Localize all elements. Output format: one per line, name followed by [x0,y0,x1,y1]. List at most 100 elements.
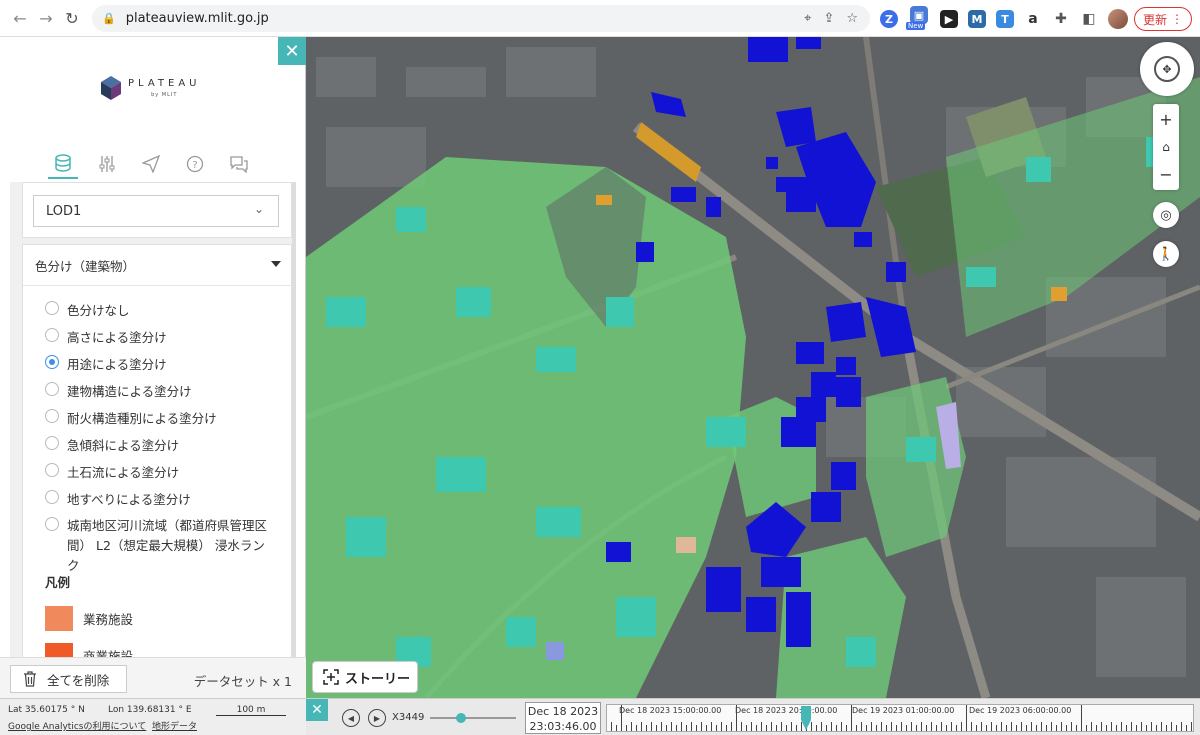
longitude-readout: Lon 139.68131 ° E [108,705,192,715]
current-datetime: Dec 18 2023 23:03:46.00 [525,702,601,734]
timeline-tick [951,722,952,731]
timeline-tick [861,722,862,731]
analytics-link[interactable]: Google Analyticsの利用について [8,719,146,732]
radio-option-5[interactable]: 急傾斜による塗分け [23,435,291,462]
zoom-in-icon[interactable]: + [1159,110,1172,129]
play-forward-icon[interactable]: ▶ [368,709,386,727]
timeline-bar: ✕ ◀ ▶ X3449 Dec 18 2023 23:03:46.00 Dec … [306,698,1200,735]
play-reverse-icon[interactable]: ◀ [342,709,360,727]
tab-settings[interactable] [92,149,122,179]
timeline-tick [796,725,797,731]
t-extension-icon[interactable]: T [996,10,1014,28]
pedestrian-icon[interactable]: 🚶 [1153,241,1179,267]
radio-circle [45,463,59,477]
speed-slider-handle[interactable] [456,713,466,723]
speed-slider-track[interactable] [430,717,516,719]
timeline-tick [736,705,737,731]
zoom-extension-icon[interactable]: Z [880,10,898,28]
radio-option-0[interactable]: 色分けなし [23,300,291,327]
puzzle-extensions-icon[interactable]: ✚ [1052,10,1070,28]
timeline-tick [1136,725,1137,731]
location-icon[interactable]: ⌖ [804,11,811,26]
close-timeline-icon[interactable]: ✕ [306,699,328,721]
radio-option-7[interactable]: 地すべりによる塗分け [23,489,291,516]
locate-icon[interactable]: ◎ [1153,202,1179,228]
forward-icon[interactable]: → [32,4,60,32]
timeline-tick [1141,722,1142,731]
amazon-extension-icon[interactable]: a [1024,10,1042,28]
tab-share[interactable] [136,149,166,179]
story-label: ストーリー [345,671,411,687]
chevron-down-icon: ⌄ [253,202,264,216]
legend-swatch [45,606,73,631]
sidebar-scrollbar[interactable] [292,182,296,657]
legend-item: 業務施設 [23,600,291,637]
timeline-tick [1116,725,1117,731]
radio-option-6[interactable]: 土石流による塗分け [23,462,291,489]
color-card: 色分け（建築物） 色分けなし 高さによる塗分け 用途による塗分け 建物構造による… [22,244,292,657]
timeline-tick [1016,725,1017,731]
update-button[interactable]: 更新 ⋮ [1134,7,1192,31]
legend-title: 凡例 [45,575,71,590]
tab-datasets[interactable] [48,149,78,179]
timeline-tick [751,722,752,731]
timeline-tick [1041,722,1042,731]
caret-down-icon [271,261,281,267]
lod-select[interactable]: LOD1 ⌄ [33,195,279,227]
timeline-tick [1086,725,1087,731]
timeline-tick [851,705,852,731]
browser-toolbar: ← → ↻ 🔒 plateauview.mlit.go.jp ⌖ ⇪ ☆ Z ▣… [0,0,1200,37]
map-view[interactable] [306,37,1200,698]
new-extension-icon[interactable]: ▣ New [906,6,930,32]
color-section-header[interactable]: 色分け（建築物） [23,245,291,285]
radio-option-8[interactable]: 城南地区河川流域（都道府県管理区間） L2（想定最大規模） 浸水ランク [23,516,291,573]
timeline-tick [1081,705,1082,731]
close-sidebar-icon[interactable]: ✕ [278,37,306,65]
timeline-tick [1071,722,1072,731]
timeline-cursor-icon[interactable] [798,705,814,731]
tab-feedback[interactable] [224,149,254,179]
compass-navigation[interactable]: ✥ [1140,42,1194,96]
reload-icon[interactable]: ↻ [58,4,86,32]
timeline-tick [1161,722,1162,731]
timeline-tick [616,725,617,731]
timeline-tick [661,722,662,731]
current-time: 23:03:46.00 [529,720,597,733]
story-button[interactable]: ストーリー [312,661,418,693]
zoom-out-icon[interactable]: − [1159,165,1172,184]
timeline-tick [841,722,842,731]
timeline-tick [996,725,997,731]
radio-option-1[interactable]: 高さによる塗分け [23,327,291,354]
delete-all-button[interactable]: 全てを削除 [10,665,127,693]
address-bar[interactable]: 🔒 plateauview.mlit.go.jp ⌖ ⇪ ☆ [92,5,870,32]
timeline-ruler[interactable]: Dec 18 2023 15:00:00.00 Dec 18 2023 20:0… [606,704,1194,732]
timeline-tick [651,722,652,731]
radio-option-4[interactable]: 耐火構造種別による塗分け [23,408,291,435]
svg-text:?: ? [192,160,197,171]
radio-option-3[interactable]: 建物構造による塗分け [23,381,291,408]
timeline-tick [711,722,712,731]
sidepanel-icon[interactable]: ◧ [1080,10,1098,28]
terrain-data-link[interactable]: 地形データ [152,719,197,732]
timeline-tick [1001,722,1002,731]
radio-circle [45,517,59,531]
m-extension-icon[interactable]: M [968,10,986,28]
timeline-tick [1156,725,1157,731]
dataset-count: データセット x 1 [193,674,292,689]
radio-option-2[interactable]: 用途による塗分け [23,354,291,381]
bookmark-star-icon[interactable]: ☆ [846,11,858,26]
tab-help[interactable]: ? [180,149,210,179]
timeline-tick [956,725,957,731]
timeline-tick [1166,725,1167,731]
home-icon[interactable]: ⌂ [1162,140,1170,154]
back-icon[interactable]: ← [6,4,34,32]
timeline-tick [1036,725,1037,731]
sliders-icon [99,156,115,172]
share-icon[interactable]: ⇪ [823,11,834,26]
timeline-tick [706,725,707,731]
timeline-tick [1106,725,1107,731]
timeline-tick [746,725,747,731]
video-extension-icon[interactable]: ▶ [940,10,958,28]
new-badge: New [906,22,926,30]
profile-avatar[interactable] [1108,9,1128,29]
